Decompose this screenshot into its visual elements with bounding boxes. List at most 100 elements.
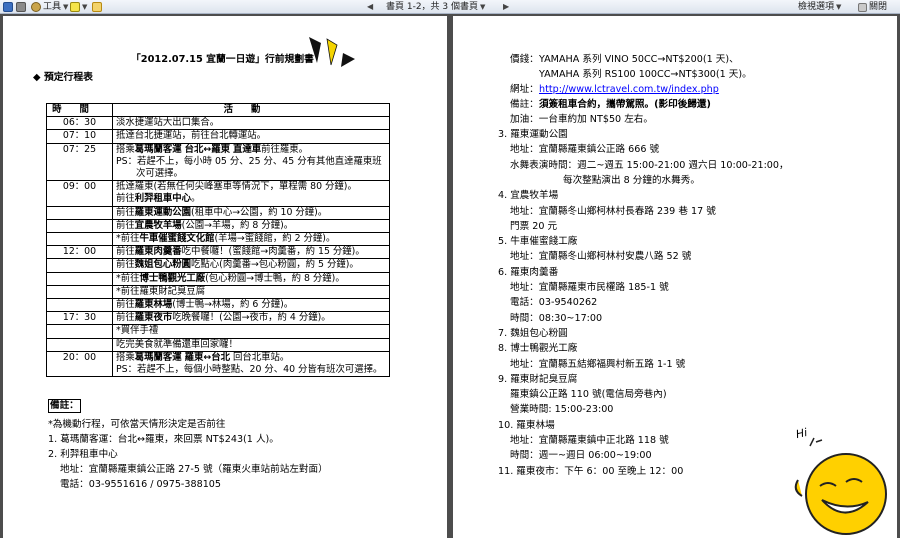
table-row: 07：10 抵達台北捷運站，前往台北轉運站。 (46, 129, 390, 144)
activity-line: 淡水捷運站大出口集合。 (116, 117, 220, 129)
table-row: *前往博士鴨觀光工廠(包心粉圓→博士鴨，約 8 分鐘)。 (46, 271, 390, 286)
attraction-detail: 地址：宜蘭縣羅東市民權路 185-1 號 (510, 282, 669, 293)
highlighter-icon (70, 2, 80, 12)
time-cell: 07：25 (46, 142, 113, 182)
activity-cell: 吃完美食就準備還車回家囉！ (112, 337, 390, 352)
activity-line: 抵達台北捷運站，前往台北轉運站。 (116, 130, 267, 142)
document-page-1: 「2012.07.15 宜蘭一日遊」行前規劃書 ◆ 預定行程表 時間 活動 06… (3, 16, 447, 538)
smiley-greeting: Hi (794, 425, 809, 442)
activity-line: 前往羅東肉羹番吃中餐囉！(蜜餞館→肉羹番，約 15 分鐘)。 (116, 246, 365, 258)
reading-toolbar: 工具 ▼ ▼ ◀ 書頁 1-2，共 3 個書頁 ▼ ▶ 檢視選項 ▼ 關閉 (0, 0, 900, 14)
note-line: 電話：03-9551616 / 0975-388105 (60, 479, 222, 490)
attraction-detail: 地址：宜蘭縣羅東鎮中正北路 118 號 (510, 435, 669, 446)
next-screen-button[interactable]: ▶ (503, 1, 509, 13)
website-link[interactable]: http://www.lctravel.com.tw/index.php (539, 84, 719, 96)
tools-icon (31, 2, 41, 12)
table-row: *前往羅東財記臭豆腐 (46, 284, 390, 300)
time-cell: 06：30 (46, 116, 113, 131)
price-line: YAMAHA 系列 RS100 100CC→NT$300(1 天)。 (539, 69, 752, 80)
attraction-detail: 地址：宜蘭縣羅東鎮公正路 666 號 (510, 144, 660, 156)
activity-cell: 抵達台北捷運站，前往台北轉運站。 (112, 129, 390, 144)
table-header-row: 時間 活動 (46, 102, 390, 118)
attraction-detail: 地址：宜蘭縣冬山鄉柯林村安農八路 52 號 (510, 251, 692, 263)
save-button[interactable] (3, 1, 13, 13)
time-cell (46, 232, 113, 247)
attraction-title: 6. 羅東肉羹番 (498, 266, 559, 278)
remark-text: 須簽租車合約，攜帶駕照。(影印後歸還) (539, 99, 711, 110)
table-row: 07：25 搭乘葛瑪蘭客運 台北↔羅東 直達車前往羅東。 PS：若趕不上，每小時 0… (46, 142, 390, 182)
activity-line: 抵達羅東(若無任何尖峰塞車等情況下，單程需 80 分鐘)。 (116, 181, 357, 193)
comment-button[interactable] (92, 1, 102, 13)
activity-cell: 淡水捷運站大出口集合。 (112, 116, 390, 131)
activity-line: 前往羅東運動公園(租車中心→公園，約 10 分鐘)。 (116, 206, 328, 218)
activity-line: 前往宜農牧羊場(公園→羊場，約 8 分鐘)。 (116, 219, 294, 231)
tools-menu-button[interactable]: 工具 ▼ (31, 1, 68, 13)
time-cell (46, 271, 113, 286)
activity-line: *前往牛車催蜜餞文化館(羊場→蜜餞館，約 2 分鐘)。 (116, 233, 336, 245)
page-status-text: 書頁 1-2，共 3 個書頁 (386, 2, 479, 12)
table-row: *買伴手禮 (46, 324, 390, 339)
page-status-dropdown[interactable]: 書頁 1-2，共 3 個書頁 ▼ (386, 1, 485, 13)
time-cell: 09：00 (46, 180, 113, 207)
note-line: 1. 葛瑪蘭客運：台北↔羅東，來回票 NT$243(1 人)。 (48, 434, 279, 445)
arrow-left-icon: ◀ (367, 2, 374, 11)
remark-label: 備註： (510, 99, 539, 110)
table-row: 前往魏姐包心粉圓吃點心(肉羹番→包心粉圓，約 5 分鐘)。 (46, 258, 390, 273)
view-options-button[interactable]: 檢視選項 ▼ (798, 1, 841, 13)
time-cell (46, 337, 113, 352)
view-options-label: 檢視選項 (798, 2, 835, 12)
attraction-title: 3. 羅東運動公園 (498, 129, 568, 140)
arrow-right-icon: ▶ (503, 2, 510, 11)
table-row: 20：00 搭乘葛瑪蘭客運 羅東↔台北 回台北車站。 PS：若趕不上，每個小時整點、… (46, 350, 390, 378)
close-button[interactable]: 關閉 (858, 1, 887, 13)
attraction-title: 11. 羅東夜市：下午 6：00 至晚上 12：00 (498, 465, 684, 477)
attraction-title: 7. 魏姐包心粉圓 (498, 327, 568, 339)
highlight-button[interactable]: ▼ (70, 1, 87, 13)
time-cell (46, 218, 113, 234)
time-cell: 17：30 (46, 311, 113, 326)
attraction-detail: 地址：宜蘭縣五結鄉福興村新五路 1-1 號 (510, 358, 686, 370)
time-cell (46, 298, 113, 313)
tools-label: 工具 (43, 2, 62, 12)
fuel-line: 加油：一台車約加 NT$50 左右。 (510, 114, 653, 125)
attraction-title: 10. 羅東林場 (498, 419, 555, 431)
chevron-down-icon: ▼ (480, 3, 486, 11)
print-button[interactable] (16, 1, 26, 13)
activity-cell: 前往羅東夜市吃晚餐囉！(公園→夜市，約 4 分鐘)。 (112, 311, 390, 326)
attraction-detail: 每次整點演出 8 分鐘的水舞秀。 (563, 174, 700, 186)
activity-line: PS：若趕不上，每個小時整點、20 分、40 分皆有班次可選擇。 (116, 364, 383, 376)
note-line: 地址：宜蘭縣羅東鎮公正路 27-5 號（羅東火車站前站左對面） (60, 464, 328, 475)
prev-screen-button[interactable]: ◀ (367, 1, 373, 13)
close-label: 關閉 (869, 2, 888, 12)
attraction-detail: 時間：週一~週日 06:00~19:00 (510, 450, 652, 462)
chevron-down-icon: ▼ (63, 3, 69, 11)
time-cell (46, 284, 113, 300)
time-cell: 12：00 (46, 245, 113, 260)
table-row: 前往羅東林場(博士鴨→林場，約 6 分鐘)。 (46, 298, 390, 313)
chevron-down-icon: ▼ (82, 3, 88, 11)
activity-cell: *買伴手禮 (112, 324, 390, 339)
notes-heading: 備註： (48, 399, 81, 413)
activity-cell: 前往羅東林場(博士鴨→林場，約 6 分鐘)。 (112, 298, 390, 313)
activity-cell: 前往宜農牧羊場(公園→羊場，約 8 分鐘)。 (112, 218, 390, 234)
activity-cell: *前往博士鴨觀光工廠(包心粉圓→博士鴨，約 8 分鐘)。 (112, 271, 390, 286)
activity-cell: 搭乘葛瑪蘭客運 台北↔羅東 直達車前往羅東。 PS：若趕不上，每小時 05 分、2… (112, 142, 390, 182)
activity-line: 搭乘葛瑪蘭客運 台北↔羅東 直達車前往羅東。 (116, 143, 309, 155)
activity-line: 前往魏姐包心粉圓吃點心(肉羹番→包心粉圓，約 5 分鐘)。 (116, 259, 359, 271)
note-line: *為機動行程，可依當天情形決定是否前往 (48, 419, 226, 430)
attraction-detail: 時間：08:30~17:00 (510, 312, 603, 324)
header-time: 時間 (46, 102, 113, 118)
table-row: *前往牛車催蜜餞文化館(羊場→蜜餞館，約 2 分鐘)。 (46, 232, 390, 247)
activity-line: 吃完美食就準備還車回家囉！ (116, 338, 238, 350)
activity-line: PS：若趕不上，每小時 05 分、25 分、45 分有其他直達羅東班 (116, 155, 382, 167)
table-row: 吃完美食就準備還車回家囉！ (46, 337, 390, 352)
attraction-title: 8. 博士鴨觀光工廠 (498, 343, 578, 355)
table-row: 12：00 前往羅東肉羹番吃中餐囉！(蜜餞館→肉羹番，約 15 分鐘)。 (46, 245, 390, 260)
document-page-2: 價錢： YAMAHA 系列 VINO 50CC→NT$200(1 天)、 YAM… (453, 16, 897, 538)
activity-cell: *前往羅東財記臭豆腐 (112, 284, 390, 300)
activity-line: 前往羅東林場(博士鴨→林場，約 6 分鐘)。 (116, 299, 294, 311)
activity-line: 搭乘葛瑪蘭客運 羅東↔台北 回台北車站。 (116, 351, 290, 363)
time-cell: 07：10 (46, 129, 113, 144)
save-icon (3, 2, 13, 12)
activity-line: 前往利羿租車中心。 (116, 193, 201, 205)
